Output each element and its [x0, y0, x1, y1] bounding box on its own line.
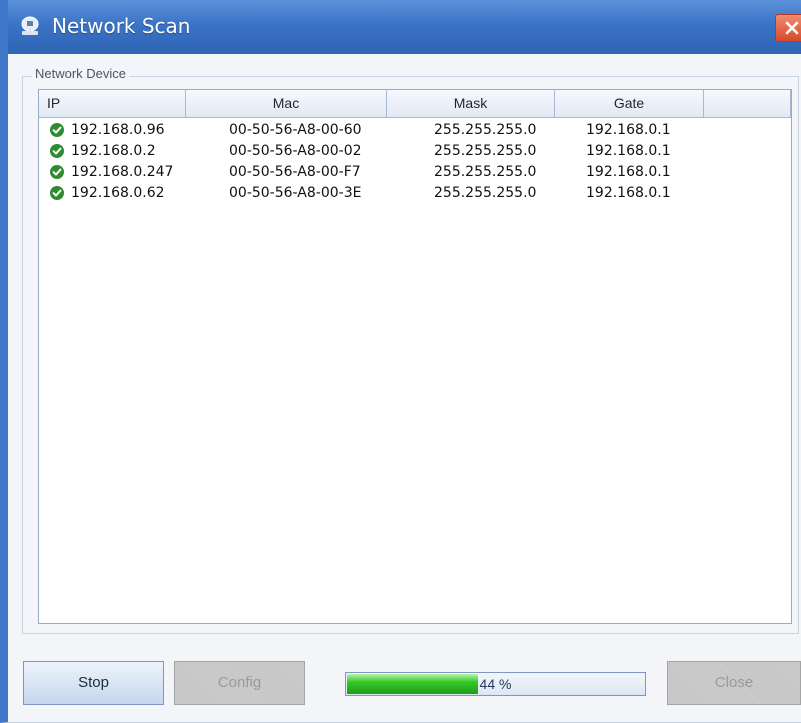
title-bar[interactable]: Network Scan: [8, 0, 801, 54]
cell-ip: 192.168.0.62: [71, 185, 165, 201]
check-icon: [50, 123, 64, 137]
column-header-mac[interactable]: Mac: [186, 90, 387, 117]
close-icon[interactable]: [775, 14, 801, 42]
column-header-mask[interactable]: Mask: [387, 90, 555, 117]
check-icon: [50, 165, 64, 179]
table-row[interactable]: 192.168.0.2 00-50-56-A8-00-02 255.255.25…: [39, 141, 791, 162]
table-row[interactable]: 192.168.0.247 00-50-56-A8-00-F7 255.255.…: [39, 162, 791, 183]
progress-label: 44 %: [479, 676, 512, 692]
network-scan-window: Network Scan Network Device IP Mac Mask …: [0, 0, 801, 723]
scan-progress-bar: 44 %: [345, 672, 646, 696]
cell-mac: 00-50-56-A8-00-60: [229, 122, 362, 138]
window-title: Network Scan: [52, 14, 191, 38]
cell-ip: 192.168.0.247: [71, 164, 174, 180]
column-header-ip[interactable]: IP: [39, 90, 186, 117]
group-label: Network Device: [32, 66, 130, 82]
cell-gate: 192.168.0.1: [586, 143, 671, 159]
cell-ip: 192.168.0.96: [71, 122, 165, 138]
table-row[interactable]: 192.168.0.96 00-50-56-A8-00-60 255.255.2…: [39, 120, 791, 141]
cell-mask: 255.255.255.0: [434, 164, 537, 180]
cell-mask: 255.255.255.0: [434, 143, 537, 159]
cell-gate: 192.168.0.1: [586, 122, 671, 138]
cell-mac: 00-50-56-A8-00-02: [229, 143, 362, 159]
stop-button[interactable]: Stop: [23, 661, 164, 705]
close-button[interactable]: Close: [667, 661, 801, 705]
cell-mac: 00-50-56-A8-00-F7: [229, 164, 361, 180]
list-header: IP Mac Mask Gate: [39, 90, 791, 118]
cell-mac: 00-50-56-A8-00-3E: [229, 185, 362, 201]
cell-mask: 255.255.255.0: [434, 122, 537, 138]
config-button[interactable]: Config: [174, 661, 305, 705]
cell-gate: 192.168.0.1: [586, 164, 671, 180]
table-row[interactable]: 192.168.0.62 00-50-56-A8-00-3E 255.255.2…: [39, 183, 791, 204]
cell-gate: 192.168.0.1: [586, 185, 671, 201]
check-icon: [50, 144, 64, 158]
device-list[interactable]: IP Mac Mask Gate 192.168.0.96 00-50-56-A…: [38, 89, 792, 624]
check-icon: [50, 186, 64, 200]
cell-mask: 255.255.255.0: [434, 185, 537, 201]
cell-ip: 192.168.0.2: [71, 143, 156, 159]
column-header-extra[interactable]: [704, 90, 791, 117]
network-scan-app-icon: [21, 16, 39, 35]
column-header-gate[interactable]: Gate: [555, 90, 704, 117]
